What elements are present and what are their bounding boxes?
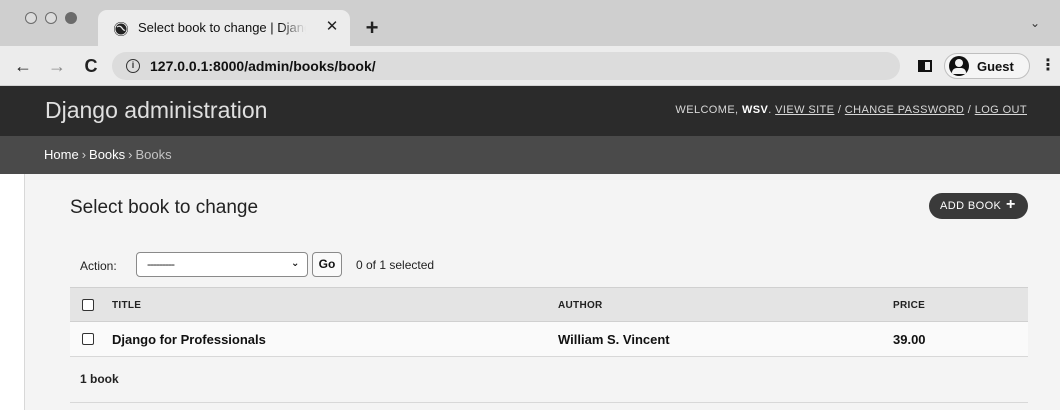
site-header: Django administration WELCOME, WSV. VIEW… (0, 86, 1060, 136)
breadcrumb-separator: › (128, 147, 133, 162)
select-all-checkbox[interactable] (82, 299, 94, 311)
page-title: Select book to change (70, 197, 259, 218)
chevron-down-icon: ⌄ (291, 258, 300, 269)
action-label: Action: (80, 259, 117, 273)
results-table: TITLE AUTHOR PRICE Django for Profession… (70, 287, 1028, 357)
profile-name: Guest (977, 59, 1014, 74)
action-select[interactable]: --------- ⌄ (136, 252, 308, 277)
paginator: 1 book (70, 357, 1028, 403)
result-count: 1 book (80, 372, 119, 386)
book-author: William S. Vincent (558, 332, 670, 347)
window-close-button[interactable] (25, 12, 37, 24)
plus-icon: + (1006, 196, 1016, 213)
globe-icon (114, 22, 128, 36)
url-text[interactable]: 127.0.0.1:8000/admin/books/book/ (150, 58, 376, 74)
forward-arrow-icon[interactable]: → (46, 55, 68, 77)
info-icon[interactable]: i (126, 59, 140, 73)
reload-icon[interactable]: C (80, 55, 102, 77)
site-brand[interactable]: Django administration (45, 97, 267, 124)
user-tools: WELCOME, WSV. VIEW SITE / CHANGE PASSWOR… (675, 104, 1027, 116)
browser-tab-strip: Select book to change | Django site admi… (0, 0, 1060, 46)
table-header: TITLE AUTHOR PRICE (70, 287, 1028, 322)
side-panel-icon[interactable] (918, 60, 932, 72)
column-price[interactable]: PRICE (893, 300, 925, 311)
username: WSV (741, 104, 769, 116)
breadcrumb-separator: › (81, 147, 87, 162)
chevron-down-icon[interactable]: ⌄ (1030, 16, 1046, 32)
back-arrow-icon[interactable]: ← (12, 55, 34, 77)
more-menu-icon[interactable]: ⋮ (1040, 56, 1056, 76)
table-row: Django for Professionals William S. Vinc… (70, 322, 1028, 357)
book-price: 39.00 (893, 332, 926, 347)
avatar-icon (949, 56, 969, 76)
breadcrumb-app[interactable]: Books (89, 147, 125, 162)
breadcrumb-home[interactable]: Home (44, 147, 79, 162)
actions-bar: Action: --------- ⌄ Go 0 of 1 selected (70, 251, 1028, 281)
row-checkbox[interactable] (82, 333, 94, 345)
profile-button[interactable]: Guest (944, 53, 1030, 79)
column-author[interactable]: AUTHOR (558, 300, 603, 311)
address-bar[interactable]: i 127.0.0.1:8000/admin/books/book/ (112, 52, 900, 80)
separator: / (837, 104, 842, 116)
change-password-link[interactable]: CHANGE PASSWORD (845, 104, 964, 116)
browser-toolbar: ← → C i 127.0.0.1:8000/admin/books/book/… (0, 46, 1060, 86)
window-zoom-button[interactable] (65, 12, 77, 24)
go-button[interactable]: Go (312, 252, 342, 277)
action-select-value: --------- (147, 257, 175, 271)
window-minimize-button[interactable] (45, 12, 57, 24)
add-book-label: ADD BOOK (940, 200, 1002, 212)
log-out-link[interactable]: LOG OUT (975, 104, 1027, 116)
book-title-link[interactable]: Django for Professionals (112, 332, 266, 347)
view-site-link[interactable]: VIEW SITE (775, 104, 834, 116)
separator: / (967, 104, 972, 116)
browser-tab[interactable]: Select book to change | Django site admi… (98, 10, 350, 46)
breadcrumb-current: Books (135, 147, 172, 162)
add-book-button[interactable]: ADD BOOK + (929, 193, 1028, 219)
breadcrumb: Home › Books › Books (0, 136, 1060, 174)
column-title[interactable]: TITLE (112, 300, 141, 311)
tab-title: Select book to change | Django site admi… (138, 20, 306, 35)
selected-count: 0 of 1 selected (356, 258, 435, 272)
new-tab-icon[interactable]: + (362, 17, 382, 39)
close-tab-icon[interactable]: ✕ (322, 17, 342, 37)
content-area: Select book to change ADD BOOK + Action:… (24, 174, 1060, 410)
welcome-text: WELCOME, (675, 104, 739, 116)
